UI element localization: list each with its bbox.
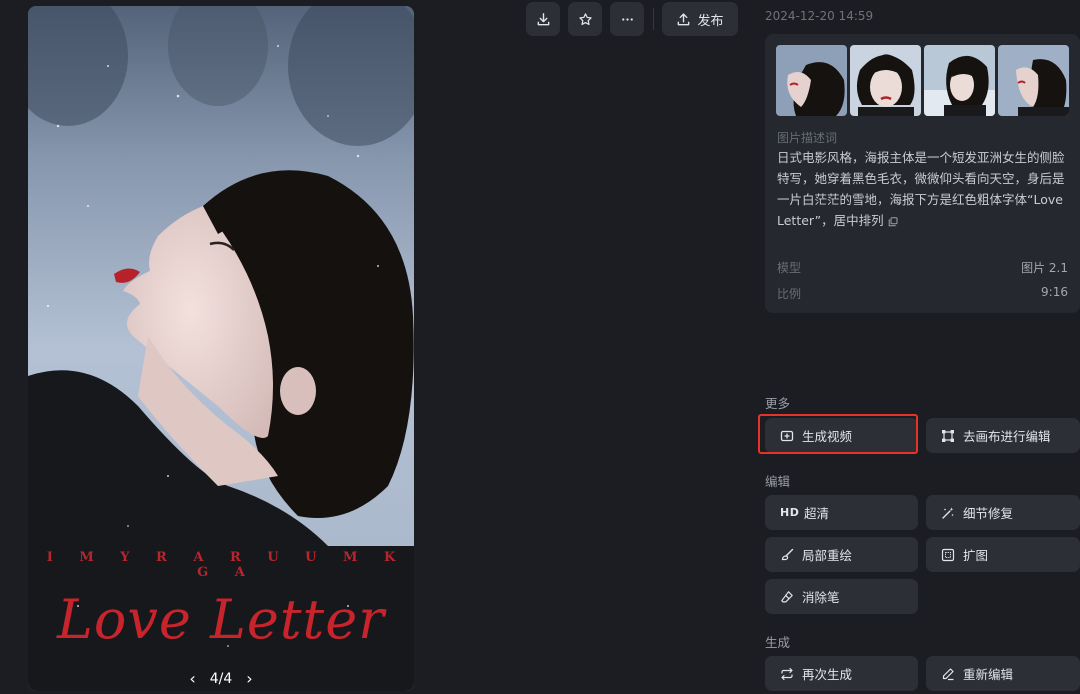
- video-add-icon: [780, 430, 794, 441]
- upscale-button[interactable]: HD 超清: [765, 495, 918, 530]
- thumbnail-4[interactable]: [998, 45, 1069, 116]
- magic-wand-icon: [942, 507, 954, 519]
- publish-label: 发布: [697, 13, 724, 29]
- publish-button[interactable]: 发布: [662, 2, 738, 36]
- section-edit-label: 编辑: [765, 474, 791, 489]
- re-edit-label: 重新编辑: [963, 667, 1014, 682]
- prompt-text: 日式电影风格，海报主体是一个短发亚洲女生的侧脸特写，她穿着黑色毛衣，微微仰头看向…: [777, 147, 1072, 231]
- outpaint-label: 扩图: [963, 548, 989, 563]
- upscale-label: 超清: [804, 506, 830, 521]
- regenerate-button[interactable]: 再次生成: [765, 656, 918, 691]
- image-info-card: 图片描述词 日式电影风格，海报主体是一个短发亚洲女生的侧脸特写，她穿着黑色毛衣，…: [765, 34, 1080, 313]
- model-key: 模型: [777, 261, 802, 275]
- section-generate-label: 生成: [765, 635, 791, 650]
- upload-icon: [678, 12, 690, 25]
- generate-video-button[interactable]: 生成视频: [765, 418, 918, 453]
- generation-timestamp: 2024-12-20 14:59: [765, 9, 874, 23]
- more-icon: [621, 17, 633, 21]
- inpaint-label: 局部重绘: [802, 548, 853, 563]
- thumbnail-2[interactable]: [850, 45, 921, 116]
- copy-icon[interactable]: [888, 216, 898, 227]
- model-row: 模型 图片 2.1: [777, 259, 1068, 276]
- thumbnail-1[interactable]: [776, 45, 847, 116]
- brush-icon: [781, 548, 794, 560]
- outpaint-button[interactable]: 扩图: [926, 537, 1080, 572]
- edit-on-canvas-button[interactable]: 去画布进行编辑: [926, 418, 1080, 453]
- next-image-button[interactable]: ›: [246, 671, 252, 687]
- ratio-row: 比例 9:16: [777, 285, 1068, 302]
- section-more-label: 更多: [765, 396, 791, 411]
- hd-icon: HD: [780, 506, 800, 519]
- re-edit-button[interactable]: 重新编辑: [926, 656, 1080, 691]
- detail-repair-label: 细节修复: [963, 506, 1014, 521]
- canvas-icon: [942, 429, 954, 442]
- prompt-content: 日式电影风格，海报主体是一个短发亚洲女生的侧脸特写，她穿着黑色毛衣，微微仰头看向…: [777, 150, 1065, 228]
- download-button[interactable]: [526, 2, 560, 36]
- poster-title: Love Letter: [57, 588, 385, 651]
- generate-video-label: 生成视频: [802, 429, 853, 444]
- pencil-icon: [942, 667, 954, 680]
- ratio-key: 比例: [777, 287, 802, 301]
- main-image[interactable]: I M Y R A R U U M K G A Love Letter ‹ 4/…: [28, 6, 414, 691]
- favorite-button[interactable]: [568, 2, 602, 36]
- eraser-icon: [781, 590, 793, 602]
- ratio-value: 9:16: [1041, 285, 1068, 299]
- detail-repair-button[interactable]: 细节修复: [926, 495, 1080, 530]
- more-button[interactable]: [610, 2, 644, 36]
- prompt-label: 图片描述词: [777, 131, 838, 145]
- eraser-label: 消除笔: [802, 590, 840, 605]
- poster-subtitle: I M Y R A R U U M K G A: [46, 550, 407, 580]
- image-pager: ‹ 4/4 ›: [28, 671, 414, 688]
- inpaint-button[interactable]: 局部重绘: [765, 537, 918, 572]
- regenerate-label: 再次生成: [802, 667, 853, 682]
- thumbnail-strip: [776, 45, 1069, 116]
- pager-count: 4/4: [209, 671, 233, 687]
- toolbar-divider: [653, 8, 654, 30]
- star-icon: [578, 12, 592, 25]
- repeat-icon: [781, 667, 793, 680]
- thumbnail-3[interactable]: [924, 45, 995, 116]
- eraser-button[interactable]: 消除笔: [765, 579, 918, 614]
- edit-on-canvas-label: 去画布进行编辑: [963, 429, 1051, 444]
- expand-icon: [941, 548, 955, 561]
- download-icon: [537, 12, 549, 25]
- previous-image-button[interactable]: ‹: [189, 671, 195, 687]
- model-value: 图片 2.1: [1021, 261, 1068, 275]
